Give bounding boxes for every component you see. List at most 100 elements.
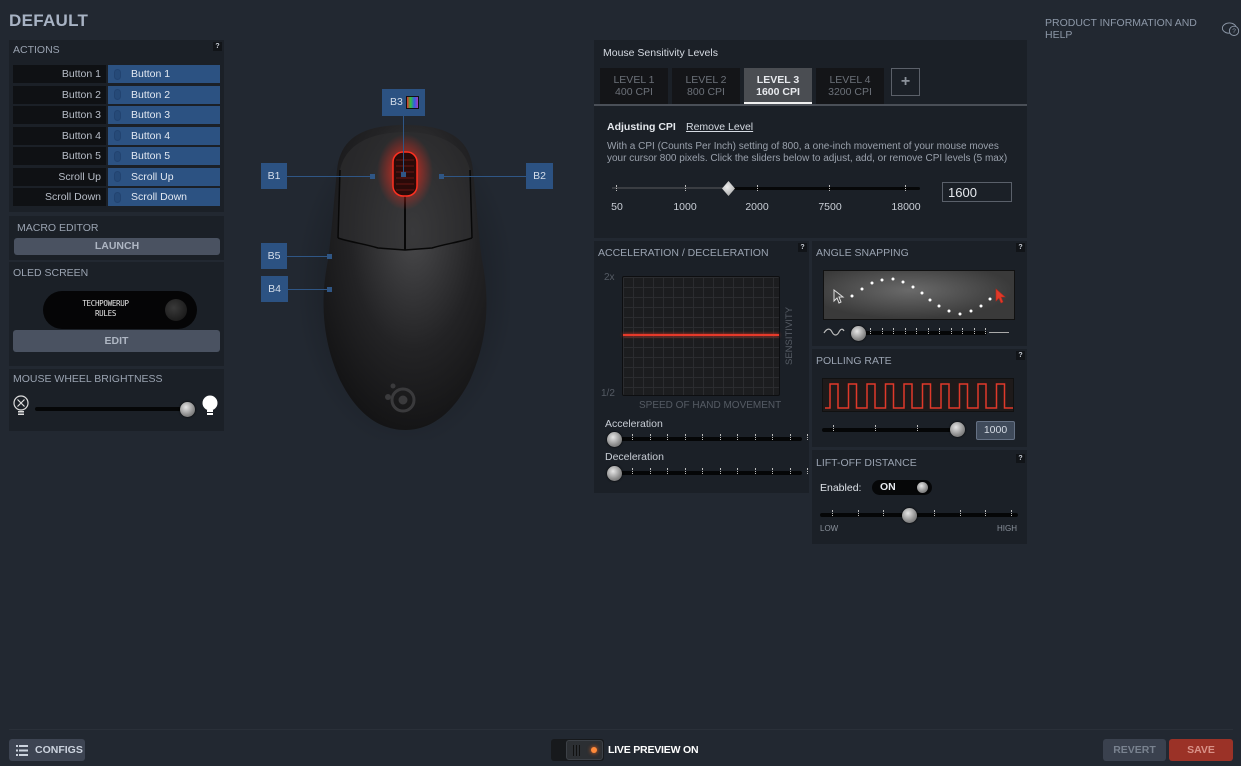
- polling-rate-knob[interactable]: [950, 422, 965, 437]
- acceleration-knob[interactable]: [607, 432, 622, 447]
- x-axis-label: SPEED OF HAND MOVEMENT: [639, 400, 782, 411]
- slider-tick: [684, 468, 686, 474]
- b5-connector: [287, 256, 329, 257]
- edit-oled-button[interactable]: EDIT: [13, 330, 220, 352]
- launch-macro-button[interactable]: LAUNCH: [14, 238, 220, 255]
- angle-snapping-track[interactable]: [852, 331, 987, 335]
- y-min-label: 1/2: [601, 388, 615, 399]
- angle-snapping-help-icon[interactable]: ?: [1016, 243, 1025, 252]
- configs-label: CONFIGS: [35, 744, 83, 756]
- tab-level-3[interactable]: LEVEL 3 1600 CPI: [744, 68, 812, 105]
- slider-tick: [754, 468, 756, 474]
- tab-level-4[interactable]: LEVEL 4 3200 CPI: [816, 68, 884, 105]
- polling-rate-track[interactable]: [822, 428, 962, 432]
- slider-tick: [684, 434, 686, 440]
- b2-label[interactable]: B2: [526, 163, 553, 189]
- mouse-icon: [114, 150, 121, 162]
- b5-label[interactable]: B5: [261, 243, 287, 269]
- action-button-label: Button 5: [13, 147, 106, 165]
- slider-tick: [789, 468, 791, 474]
- action-row: Button 1 Button 1: [13, 65, 220, 83]
- action-assignment[interactable]: Scroll Up: [108, 167, 220, 186]
- slider-tick: [772, 434, 773, 440]
- deceleration-knob[interactable]: [607, 466, 622, 481]
- action-button-label: Button 2: [13, 85, 106, 104]
- mouse-image: [300, 120, 510, 440]
- wheel-brightness-track[interactable]: [35, 407, 195, 411]
- liftoff-knob[interactable]: [902, 508, 918, 523]
- polling-rate-help-icon[interactable]: ?: [1016, 351, 1025, 360]
- mouse-icon: [114, 109, 121, 121]
- live-preview-toggle[interactable]: [551, 739, 604, 761]
- b3-connector: [403, 116, 404, 174]
- chat-help-icon: ?: [1221, 22, 1239, 36]
- b3-anchor: [401, 172, 406, 177]
- b1-connector: [287, 176, 371, 177]
- actions-help-icon[interactable]: ?: [213, 42, 222, 51]
- b4-label[interactable]: B4: [261, 276, 288, 302]
- slider-tick: [934, 510, 935, 516]
- slider-tick: [719, 468, 721, 474]
- cpi-tick-label: 7500: [818, 201, 842, 213]
- action-row: Scroll Down Scroll Down: [13, 188, 220, 206]
- slider-tick: [649, 468, 651, 474]
- polling-rate-value: 1000: [976, 421, 1015, 440]
- slider-tick: [737, 468, 738, 474]
- action-assignment-label: Button 4: [131, 129, 171, 142]
- tab-level-1[interactable]: LEVEL 1 400 CPI: [600, 68, 668, 105]
- slider-tick: [1010, 510, 1012, 516]
- slider-tick: [667, 434, 668, 440]
- high-label: HIGH: [997, 524, 1017, 533]
- liftoff-toggle[interactable]: ON: [872, 480, 932, 495]
- tab-level-name: LEVEL 4: [829, 74, 871, 86]
- cpi-track-right[interactable]: [730, 187, 920, 190]
- add-level-button[interactable]: +: [891, 68, 920, 96]
- bulb-off-icon: [13, 395, 29, 415]
- tab-level-2[interactable]: LEVEL 2 800 CPI: [672, 68, 740, 105]
- slider-tick: [649, 434, 651, 440]
- acceleration-title: ACCELERATION / DECELERATION: [598, 247, 769, 259]
- action-row: Button 3 Button 3: [13, 106, 220, 124]
- adjusting-cpi-label: Adjusting CPI: [607, 121, 676, 133]
- oled-title: OLED SCREEN: [13, 267, 89, 279]
- b1-label[interactable]: B1: [261, 163, 287, 189]
- cpi-track-left[interactable]: [612, 187, 730, 189]
- angle-snapping-knob[interactable]: [851, 326, 866, 341]
- cpi-tick: [829, 185, 830, 191]
- revert-button[interactable]: REVERT: [1103, 739, 1166, 761]
- action-assignment[interactable]: Button 4: [108, 126, 220, 145]
- action-assignment[interactable]: Button 2: [108, 85, 220, 104]
- cpi-tick: [685, 185, 686, 191]
- action-assignment[interactable]: Button 1: [108, 65, 220, 83]
- cpi-value-input[interactable]: [942, 182, 1012, 202]
- action-assignment-label: Button 2: [131, 88, 171, 101]
- footer-divider: [9, 729, 1233, 730]
- product-help-link[interactable]: PRODUCT INFORMATION AND HELP ?: [1045, 17, 1241, 41]
- slider-tick: [754, 434, 756, 440]
- acceleration-track[interactable]: [610, 437, 802, 441]
- b3-label[interactable]: B3: [382, 89, 425, 116]
- remove-level-link[interactable]: Remove Level: [686, 121, 753, 133]
- oled-line-1: TECHPOWERUP: [82, 299, 129, 308]
- sensitivity-panel: Mouse Sensitivity Levels LEVEL 1 400 CPI…: [594, 40, 1027, 238]
- liftoff-title: LIFT-OFF DISTANCE: [816, 457, 917, 469]
- acceleration-help-icon[interactable]: ?: [798, 243, 807, 252]
- cpi-tick-label: 1000: [673, 201, 697, 213]
- save-button[interactable]: SAVE: [1169, 739, 1233, 761]
- liftoff-help-icon[interactable]: ?: [1016, 454, 1025, 463]
- mouse-icon: [114, 130, 121, 141]
- action-assignment[interactable]: Button 3: [108, 106, 220, 124]
- configs-button[interactable]: CONFIGS: [9, 739, 85, 761]
- action-assignment[interactable]: Button 5: [108, 147, 220, 165]
- deceleration-track[interactable]: [610, 471, 802, 475]
- cpi-tick-label: 50: [611, 201, 623, 213]
- b5-anchor: [327, 254, 332, 259]
- action-assignment[interactable]: Scroll Down: [108, 188, 220, 206]
- liftoff-track[interactable]: [820, 513, 1018, 517]
- wheel-brightness-knob[interactable]: [180, 402, 195, 417]
- straight-line-icon: [989, 332, 1009, 333]
- b4-connector: [288, 289, 329, 290]
- cpi-slider-handle[interactable]: [722, 181, 735, 196]
- wheel-brightness-title: MOUSE WHEEL BRIGHTNESS: [13, 373, 163, 385]
- low-label: LOW: [820, 524, 839, 533]
